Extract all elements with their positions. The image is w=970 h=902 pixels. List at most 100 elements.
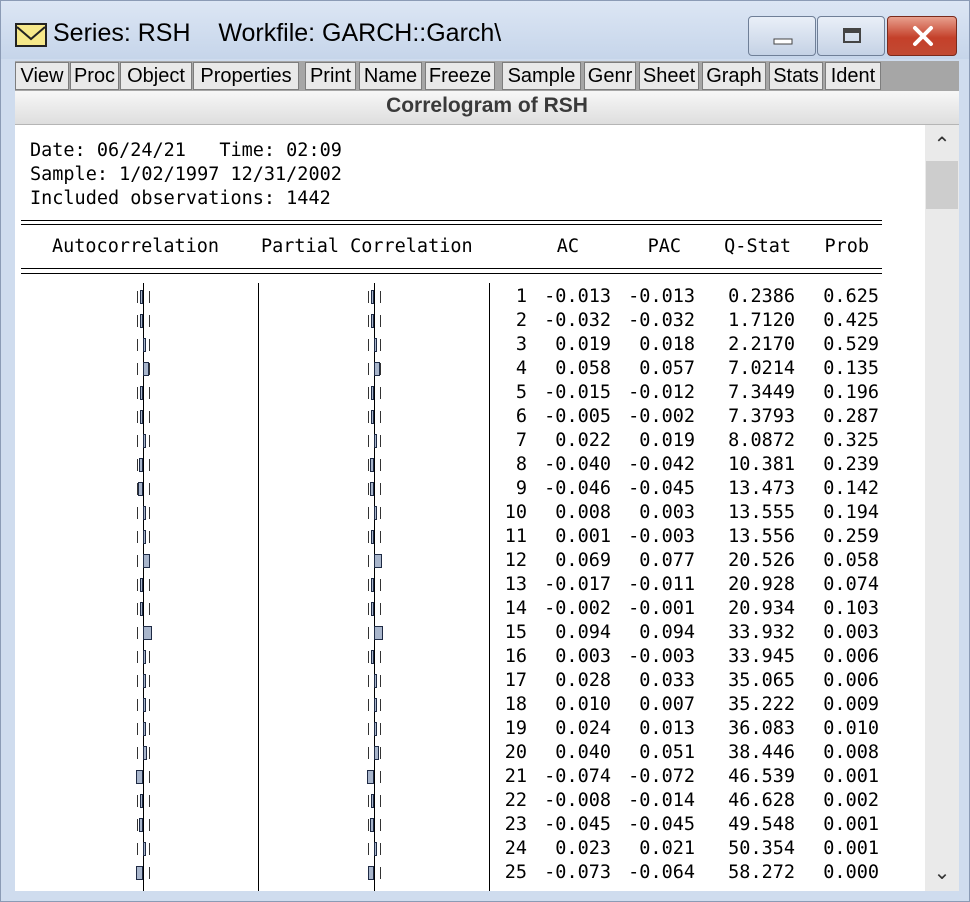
ac-confidence-dash [137,627,138,639]
ac-bar [138,818,143,832]
vertical-scrollbar[interactable]: ⌃ ⌄ [925,125,959,891]
pac-bar [369,482,374,496]
prob-value-cell: 0.002 [823,790,879,811]
toolbar-button-graph[interactable]: Graph [702,62,766,90]
title-bar[interactable]: Series: RSH Workfile: GARCH::Garch\ [1,1,969,59]
ac-value-cell: -0.074 [544,766,611,787]
pac-value-cell: 0.003 [639,502,695,523]
pac-confidence-dash [368,843,369,855]
scrollbar-thumb[interactable] [926,161,958,209]
header-prob: Prob [824,236,869,257]
pac-confidence-dash [368,291,369,303]
toolbar-button-stats[interactable]: Stats [769,62,823,90]
info-sample-line: Sample: 1/02/1997 12/31/2002 [30,164,342,185]
pac-bar [371,794,374,808]
ac-confidence-dash [137,579,138,591]
pac-confidence-dash [368,387,369,399]
ac-value-cell: 0.058 [555,358,611,379]
ac-value-cell: -0.002 [544,598,611,619]
ac-value-cell: -0.008 [544,790,611,811]
prob-value-cell: 0.529 [823,334,879,355]
pac-confidence-dash [380,435,381,447]
lag-cell: 17 [504,670,527,691]
lag-cell: 4 [515,358,527,379]
pac-bar [374,722,377,736]
chevron-up-icon[interactable]: ⌃ [925,127,959,161]
divider-pac-stats [489,283,490,891]
qstat-value-cell: 46.628 [728,790,795,811]
toolbar-button-name[interactable]: Name [359,62,422,90]
pac-value-cell: -0.064 [628,862,695,883]
ac-bar [143,530,146,544]
ac-confidence-dash [137,459,138,471]
qstat-value-cell: 7.3793 [728,406,795,427]
ac-confidence-dash [149,291,150,303]
qstat-value-cell: 46.539 [728,766,795,787]
lag-cell: 24 [504,838,527,859]
pac-value-cell: 0.094 [639,622,695,643]
pac-bar [371,410,374,424]
ac-confidence-dash [137,675,138,687]
ac-confidence-dash [149,867,150,879]
pac-value-cell: -0.011 [628,574,695,595]
lag-cell: 8 [515,454,527,475]
ac-confidence-dash [149,819,150,831]
pac-value-cell: 0.018 [639,334,695,355]
toolbar-button-proc[interactable]: Proc [70,62,119,90]
toolbar-button-view[interactable]: View [15,62,69,90]
ac-bar [143,554,150,568]
chevron-down-icon[interactable]: ⌄ [925,855,959,889]
toolbar-button-ident[interactable]: Ident [825,62,881,90]
ac-confidence-dash [137,795,138,807]
pac-value-cell: 0.033 [639,670,695,691]
pac-value-cell: -0.013 [628,286,695,307]
pac-bar [367,866,374,880]
prob-value-cell: 0.325 [823,430,879,451]
ac-confidence-dash [149,363,150,375]
ac-confidence-dash [149,843,150,855]
pac-value-cell: 0.021 [639,838,695,859]
toolbar-button-sheet[interactable]: Sheet [639,62,699,90]
pac-bar [374,506,377,520]
toolbar-button-print[interactable]: Print [305,62,356,90]
ac-bar [143,626,153,640]
toolbar-button-sample[interactable]: Sample [502,62,581,90]
toolbar-button-genr[interactable]: Genr [584,62,636,90]
pac-confidence-dash [368,363,369,375]
lag-cell: 9 [515,478,527,499]
close-button[interactable] [887,16,957,56]
rule-top-1 [21,220,882,221]
pac-confidence-dash [368,555,369,567]
minimize-button[interactable] [748,16,816,56]
pac-confidence-dash [380,819,381,831]
ac-confidence-dash [149,531,150,543]
ac-bar [140,578,143,592]
pac-confidence-dash [380,603,381,615]
ac-confidence-dash [149,795,150,807]
toolbar-button-properties[interactable]: Properties [193,62,299,90]
qstat-value-cell: 58.272 [728,862,795,883]
maximize-button[interactable] [817,16,885,56]
lag-cell: 16 [504,646,527,667]
pac-confidence-dash [380,579,381,591]
pac-confidence-dash [380,291,381,303]
ac-bar [143,674,146,688]
prob-value-cell: 0.239 [823,454,879,475]
ac-value-cell: 0.040 [555,742,611,763]
ac-confidence-dash [149,411,150,423]
pac-value-cell: 0.013 [639,718,695,739]
ac-bar [135,866,143,880]
toolbar-button-object[interactable]: Object [120,62,192,90]
pac-value-cell: -0.003 [628,646,695,667]
qstat-value-cell: 2.2170 [728,334,795,355]
pac-confidence-dash [380,315,381,327]
ac-value-cell: 0.024 [555,718,611,739]
pac-confidence-dash [380,771,381,783]
qstat-value-cell: 35.222 [728,694,795,715]
toolbar-button-freeze[interactable]: Freeze [425,62,495,90]
pac-bar [370,314,374,328]
prob-value-cell: 0.196 [823,382,879,403]
prob-value-cell: 0.006 [823,646,879,667]
prob-value-cell: 0.259 [823,526,879,547]
ac-bar [143,698,146,712]
